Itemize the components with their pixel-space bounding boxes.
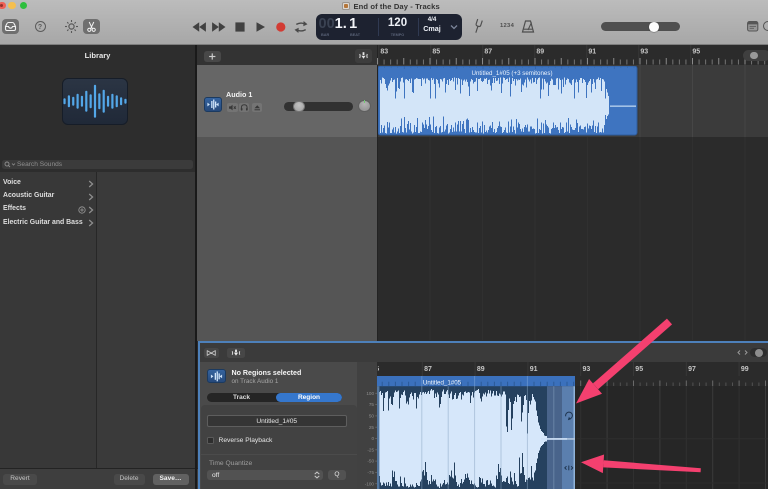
svg-text:0: 0: [371, 436, 374, 441]
svg-text:87: 87: [424, 366, 432, 373]
svg-text:87: 87: [484, 49, 492, 56]
svg-text:-100: -100: [364, 481, 374, 486]
svg-text:99: 99: [740, 366, 748, 373]
svg-text:-25: -25: [367, 447, 374, 452]
svg-text:89: 89: [476, 366, 484, 373]
svg-text:95: 95: [635, 366, 643, 373]
svg-text:100: 100: [366, 391, 374, 396]
svg-text:-50: -50: [367, 459, 374, 464]
svg-text:83: 83: [380, 49, 388, 56]
svg-text:-75: -75: [367, 470, 374, 475]
svg-text:93: 93: [640, 49, 648, 56]
svg-text:97: 97: [688, 366, 696, 373]
svg-text:93: 93: [582, 366, 590, 373]
svg-text:91: 91: [588, 49, 596, 56]
svg-text:Untitled_1#05 (+3 semitones): Untitled_1#05 (+3 semitones): [471, 69, 552, 76]
svg-text:50: 50: [368, 414, 374, 419]
svg-text:95: 95: [692, 49, 700, 56]
svg-text:25: 25: [368, 425, 374, 430]
svg-text:85: 85: [371, 366, 379, 373]
svg-text:85: 85: [432, 49, 440, 56]
svg-text:Untitled_1#05: Untitled_1#05: [423, 380, 462, 387]
svg-text:91: 91: [529, 366, 537, 373]
svg-text:75: 75: [368, 402, 374, 407]
svg-text:89: 89: [536, 49, 544, 56]
